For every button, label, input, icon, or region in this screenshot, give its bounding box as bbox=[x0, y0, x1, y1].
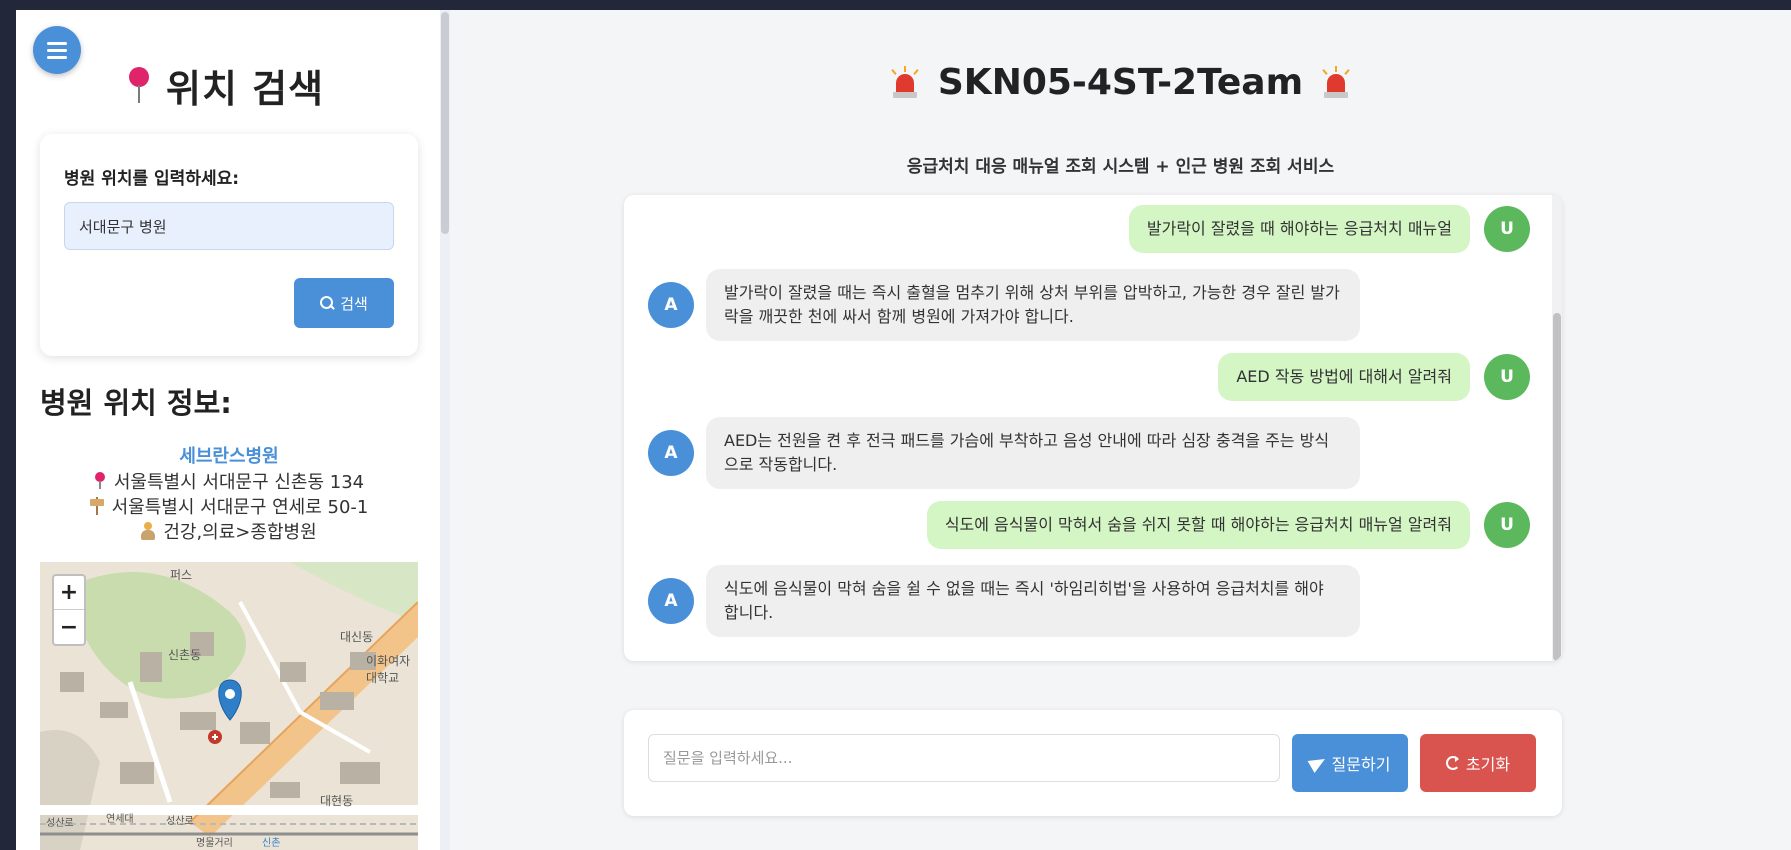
reset-button[interactable]: 초기화 bbox=[1420, 734, 1536, 792]
user-message-bubble: 발가락이 잘렸을 때 해야하는 응급처치 매뉴얼 bbox=[1128, 205, 1470, 253]
map-label: 성산로 bbox=[46, 818, 74, 829]
map-label: 대현동 bbox=[320, 794, 354, 808]
ask-button[interactable]: 질문하기 bbox=[1292, 734, 1408, 792]
hospital-category: 건강,의료>종합병원 bbox=[40, 518, 418, 544]
question-input[interactable] bbox=[648, 734, 1280, 782]
bot-message: A 식도에 음식물이 막혀 숨을 쉴 수 없을 때는 즉시 '하임리히법'을 사… bbox=[648, 565, 1360, 637]
chat-scrollbar-thumb[interactable] bbox=[1553, 313, 1561, 661]
bot-message-bubble: 식도에 음식물이 막혀 숨을 쉴 수 없을 때는 즉시 '하임리히법'을 사용하… bbox=[706, 565, 1360, 637]
page-title: SKN05-4ST-2Team bbox=[450, 62, 1791, 103]
sidebar-title-text: 위치 검색 bbox=[166, 67, 325, 111]
user-avatar: U bbox=[1484, 502, 1530, 548]
hospital-info-title: 병원 위치 정보: bbox=[40, 386, 232, 420]
hospital-map[interactable]: + − 퍼스 신촌동 대신동 이화여자대학교 대현동 성산로 연세대 성산로 명… bbox=[40, 562, 418, 850]
bot-avatar: A bbox=[648, 282, 694, 328]
map-label: 명물거리 bbox=[196, 838, 233, 849]
user-message: 식도에 음식물이 막혀서 숨을 쉬지 못할 때 해야하는 응급처치 매뉴얼 알려… bbox=[926, 501, 1530, 549]
menu-toggle-button[interactable] bbox=[33, 26, 81, 74]
bot-message-bubble: AED는 전원을 켠 후 전극 패드를 가슴에 부착하고 음성 안내에 따라 심… bbox=[706, 417, 1360, 489]
pin-icon bbox=[94, 472, 106, 490]
sidebar-title: 위치 검색 bbox=[126, 58, 324, 113]
zoom-controls: + − bbox=[52, 574, 86, 646]
map-label: 신촌동 bbox=[168, 648, 202, 662]
pin-icon bbox=[126, 66, 152, 105]
sign-icon bbox=[89, 497, 104, 515]
search-icon bbox=[320, 296, 334, 310]
user-message-bubble: 식도에 음식물이 막혀서 숨을 쉬지 못할 때 해야하는 응급처치 매뉴얼 알려… bbox=[926, 501, 1470, 549]
person-icon bbox=[141, 522, 156, 540]
hospital-address: 서울특별시 서대문구 신촌동 134 bbox=[40, 468, 418, 494]
window-top-strip bbox=[0, 0, 1791, 10]
map-label: 신촌 bbox=[262, 838, 281, 849]
location-search-input[interactable] bbox=[64, 202, 394, 250]
map-label: 연세대 bbox=[106, 814, 134, 825]
user-avatar: U bbox=[1484, 354, 1530, 400]
bot-avatar: A bbox=[648, 578, 694, 624]
bot-message: A AED는 전원을 켠 후 전극 패드를 가슴에 부착하고 음성 안내에 따라… bbox=[648, 417, 1360, 489]
siren-icon bbox=[1321, 65, 1351, 100]
ask-button-label: 질문하기 bbox=[1331, 755, 1391, 774]
send-icon bbox=[1310, 756, 1326, 770]
search-card: 병원 위치를 입력하세요: 검색 bbox=[40, 134, 418, 356]
sidebar: 위치 검색 병원 위치를 입력하세요: 검색 병원 위치 정보: 세브란스병원 … bbox=[16, 10, 441, 850]
reset-button-label: 초기화 bbox=[1465, 755, 1511, 774]
zoom-out-button[interactable]: − bbox=[54, 610, 84, 644]
map-tiles bbox=[40, 562, 418, 850]
zoom-in-button[interactable]: + bbox=[54, 576, 84, 610]
main-content: SKN05-4ST-2Team 응급처치 대응 매뉴얼 조회 시스템 + 인근 … bbox=[450, 10, 1791, 850]
menu-icon bbox=[47, 41, 67, 45]
map-label: 대신동 bbox=[340, 630, 374, 644]
hospital-name: 세브란스병원 bbox=[179, 446, 279, 467]
bot-message: A 발가락이 잘렸을 때는 즉시 출혈을 멈추기 위해 상처 부위를 압박하고,… bbox=[648, 269, 1360, 341]
hospital-road-address: 서울특별시 서대문구 연세로 50-1 bbox=[40, 493, 418, 519]
search-label: 병원 위치를 입력하세요: bbox=[64, 169, 240, 189]
page-title-text: SKN05-4ST-2Team bbox=[937, 62, 1304, 103]
search-button[interactable]: 검색 bbox=[294, 278, 394, 328]
search-button-label: 검색 bbox=[340, 294, 368, 313]
map-label: 성산로 bbox=[166, 816, 194, 827]
sidebar-scrollbar-thumb[interactable] bbox=[441, 12, 449, 234]
bot-avatar: A bbox=[648, 430, 694, 476]
bot-message-bubble: 발가락이 잘렸을 때는 즉시 출혈을 멈추기 위해 상처 부위를 압박하고, 가… bbox=[706, 269, 1360, 341]
chat-history: 발가락이 잘렸을 때 해야하는 응급처치 매뉴얼 U A 발가락이 잘렸을 때는… bbox=[624, 195, 1562, 661]
map-label: 이화여자대학교 bbox=[366, 654, 411, 685]
question-form: 질문하기 초기화 bbox=[624, 710, 1562, 816]
map-label: 퍼스 bbox=[170, 568, 193, 582]
user-message: 발가락이 잘렸을 때 해야하는 응급처치 매뉴얼 U bbox=[1128, 205, 1530, 253]
refresh-icon bbox=[1445, 756, 1460, 770]
user-avatar: U bbox=[1484, 206, 1530, 252]
siren-icon bbox=[890, 65, 920, 100]
user-message: AED 작동 방법에 대해서 알려줘 U bbox=[1218, 353, 1530, 401]
user-message-bubble: AED 작동 방법에 대해서 알려줘 bbox=[1218, 353, 1470, 401]
page-subtitle: 응급처치 대응 매뉴얼 조회 시스템 + 인근 병원 조회 서비스 bbox=[906, 157, 1335, 177]
